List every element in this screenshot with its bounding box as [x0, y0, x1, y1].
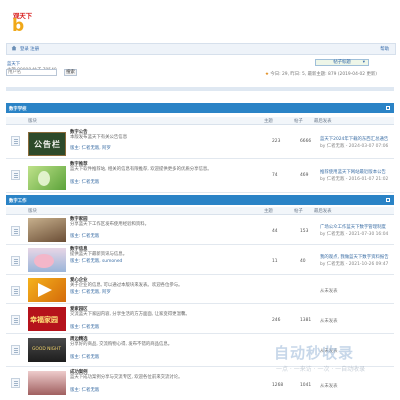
post-count: 1381: [300, 318, 312, 323]
forum-moderators[interactable]: 版主: 仁者无敌, sumoned: [70, 258, 122, 264]
forum-thumbnail[interactable]: GOOD NIGHT: [28, 338, 66, 362]
collapse-icon[interactable]: [386, 198, 390, 202]
login-register-links[interactable]: 登录 注册: [20, 46, 39, 52]
forum-moderators[interactable]: 版主: 仁者无敌: [70, 179, 99, 185]
pinned-topic-dropdown[interactable]: 帖子标题 ▾: [315, 59, 369, 66]
forum-thumbnail[interactable]: 幸福家园: [28, 307, 66, 331]
forum-status-icon: [11, 315, 20, 325]
post-count: 1041: [300, 383, 312, 388]
topic-count: 223: [272, 139, 281, 144]
thumbnail-text: 幸福家园: [30, 316, 58, 324]
forum-moderators[interactable]: 版主: 仁者无敌, 阿罗: [70, 145, 111, 151]
post-count: 153: [300, 229, 309, 234]
forum-status-icon: [11, 378, 20, 388]
col-forum: 版块: [28, 119, 37, 124]
last-post-meta: by 仁者无敌 - 2024-03-07 07:06: [320, 144, 389, 149]
column-header: 版块 主题 帖子 最后发表: [6, 207, 394, 215]
forum-thumbnail[interactable]: [28, 278, 66, 302]
chevron-down-icon: ▾: [362, 60, 365, 65]
forum-status-icon: [11, 345, 20, 355]
forum-thumbnail[interactable]: [28, 166, 66, 190]
search-button[interactable]: 搜索: [64, 69, 77, 76]
forum-description: 交流蓝天下家园内容, 分享生活的方方面面, 让家变得更温馨。: [70, 312, 190, 317]
section-title: 数字工作: [9, 199, 27, 204]
forum-description: 分享蓝天下工作区发布使用经验和资料。: [70, 222, 150, 227]
forum-row: 公告栏 数字公告 本版发布蓝天下有关公告信息 版主: 仁者无敌, 阿罗 223 …: [6, 125, 394, 159]
col-last-post: 最后发表: [314, 119, 332, 124]
last-post-title[interactable]: 广场公众工作蓝天下数字管理制度: [320, 224, 386, 230]
forum-row: 幸福家园 爱家园区 交流蓝天下家园内容, 分享生活的方方面面, 让家变得更温馨。…: [6, 304, 394, 334]
topic-count: 74: [272, 173, 278, 178]
last-post-none: 从未发表: [320, 289, 338, 294]
last-post-none: 从未发表: [320, 384, 338, 389]
watermark-logo: 自动秒收录: [274, 344, 355, 362]
forum-moderators[interactable]: 版主: 仁者无敌: [70, 233, 99, 239]
forum-moderators[interactable]: 版主: 仁者无敌, 阿罗: [70, 289, 111, 295]
last-post-meta: by 仁者无敌 - 2021-07-30 16:04: [320, 232, 389, 237]
forum-moderators[interactable]: 版主: 仁者无敌: [70, 354, 99, 360]
home-icon[interactable]: [11, 45, 17, 51]
section-title: 数字学校: [9, 107, 27, 112]
last-post-title[interactable]: 推荐使用蓝天下网站最近版本公告: [320, 169, 386, 175]
forum-thumbnail[interactable]: [28, 248, 66, 272]
thumbnail-text: 公告栏: [34, 140, 61, 149]
top-navigation-bar: 登录 注册 帮助: [6, 43, 396, 55]
forum-row: 爱心企业 关于企业的信息, 可以通过本版块来发表。欢迎各位参与。 版主: 仁者无…: [6, 275, 394, 304]
post-count: 6666: [300, 139, 312, 144]
forum-description: 本版发布蓝天下有关公告信息: [70, 135, 128, 140]
new-post-summary: ★ 今日: 29, 昨日: 5, 最新主题: 879 (2019-04-02 更…: [265, 71, 377, 77]
forum-row: 数字推荐 蓝天下软件推荐站, 相关的信息有限推荐, 欢迎提供更多的优质分享信息。…: [6, 159, 394, 193]
help-link[interactable]: 帮助: [380, 46, 389, 52]
forum-thumbnail[interactable]: [28, 218, 66, 242]
col-posts: 帖子: [294, 119, 303, 124]
forum-description: 分享好的商品, 交流购物心得, 发布不错的商品信息。: [70, 342, 173, 347]
forum-status-icon: [11, 286, 20, 296]
section-bar-digital-work[interactable]: 数字工作: [6, 195, 394, 205]
banner-strip: [6, 87, 394, 91]
col-last-post: 最后发表: [314, 209, 332, 214]
forum-description: 关于企业的信息, 可以通过本版块来发表。欢迎各位参与。: [70, 283, 183, 288]
watermark-tagline: 一点 · 一来访 · 一次 · 一自动收录: [276, 366, 366, 373]
topic-count: 246: [272, 318, 281, 323]
topic-count: 44: [272, 229, 278, 234]
forum-description: 蓝天下成功案例分享与交流专区, 欢迎各位前来交流讨论。: [70, 375, 183, 380]
forum-description: 提供蓝天下最新资讯与信息。: [70, 252, 128, 257]
logo-mark: b: [12, 16, 25, 36]
new-post-text: 今日: 29, 昨日: 5, 最新主题: 879 (2019-04-02 更新): [270, 72, 377, 77]
forum-moderators[interactable]: 版主: 仁者无敌: [70, 324, 99, 330]
star-icon: ★: [265, 72, 269, 77]
forum-status-icon: [11, 136, 20, 146]
collapse-icon[interactable]: [386, 106, 390, 110]
last-post-none: 从未发表: [320, 319, 338, 324]
col-forum: 版块: [28, 209, 37, 214]
topic-count: 1268: [272, 383, 284, 388]
col-posts: 帖子: [294, 209, 303, 214]
forum-thumbnail[interactable]: 公告栏: [28, 132, 66, 156]
post-count: 469: [300, 173, 309, 178]
last-post-meta: by 仁者无敌 - 2021-10-26 09:47: [320, 262, 389, 267]
column-header: 版块 主题 帖子 最后发表: [6, 117, 394, 125]
forum-row: 数字家园 分享蓝天下工作区发布使用经验和资料。 版主: 仁者无敌 44 153 …: [6, 215, 394, 245]
thumbnail-text: GOOD NIGHT: [32, 347, 62, 352]
forum-status-icon: [11, 170, 20, 180]
col-topics: 主题: [264, 209, 273, 214]
section-bar-digital-school[interactable]: 数字学校: [6, 103, 394, 113]
forum-thumbnail[interactable]: [28, 371, 66, 395]
last-post-title[interactable]: 我的观点, 我做蓝天下数字资料报告: [320, 254, 389, 260]
forum-description: 蓝天下软件推荐站, 相关的信息有限推荐, 欢迎提供更多的优质分享信息。: [70, 167, 212, 172]
post-count: 40: [300, 259, 306, 264]
forum-moderators[interactable]: 版主: 仁者无敌: [70, 387, 99, 393]
pinned-topic-label: 帖子标题: [333, 60, 351, 65]
last-post-title[interactable]: 蓝天下2024年下载的东西汇总通告: [320, 136, 388, 142]
last-post-meta: by 仁者无敌 - 2016-01-07 21:02: [320, 177, 389, 182]
forum-row: 数字信息 提供蓝天下最新资讯与信息。 版主: 仁者无敌, sumoned 11 …: [6, 245, 394, 275]
topic-count: 11: [272, 259, 278, 264]
watermark: 自动秒收录 一点 · 一来访 · 一次 · 一自动收录: [274, 342, 388, 382]
site-logo[interactable]: 观天下 b: [10, 6, 36, 38]
forum-status-icon: [11, 256, 20, 266]
col-topics: 主题: [264, 119, 273, 124]
forum-status-icon: [11, 226, 20, 236]
search-input[interactable]: [6, 69, 57, 76]
